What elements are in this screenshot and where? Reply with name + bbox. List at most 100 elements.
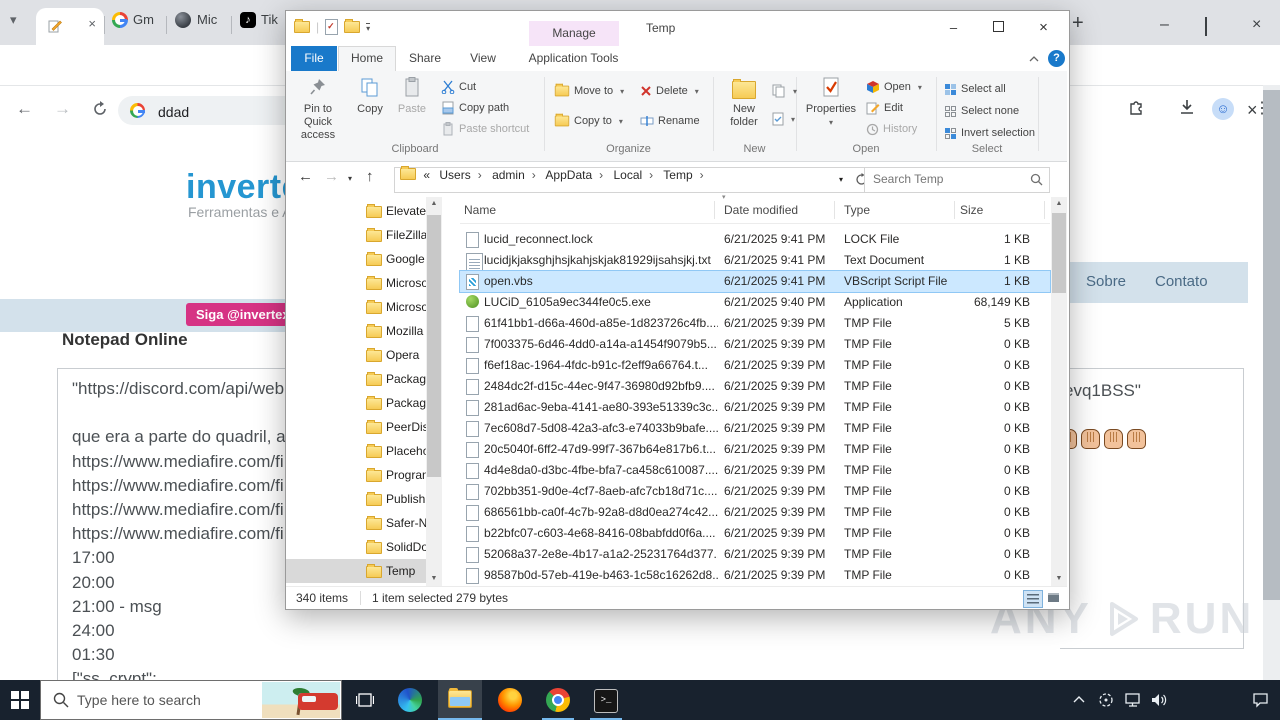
file-row[interactable]: 61f41bb1-d66a-460d-a85e-1d823726c4fb....… xyxy=(460,313,1050,334)
tree-scrollbar-thumb[interactable] xyxy=(427,215,441,477)
file-row[interactable]: 7f003375-6d46-4dd0-a14a-a1454f9079b5....… xyxy=(460,334,1050,355)
nav-forward-icon[interactable]: → xyxy=(324,168,339,185)
tree-item-microso[interactable]: Microso xyxy=(286,295,428,319)
file-row[interactable]: 2484dc2f-d15c-44ec-9f47-36980d92bfb9....… xyxy=(460,376,1050,397)
folder-icon[interactable] xyxy=(294,19,310,33)
tree-item-soliddo[interactable]: SolidDo xyxy=(286,535,428,559)
reload-icon[interactable] xyxy=(92,101,108,117)
list-scrollbar-thumb[interactable] xyxy=(1052,213,1066,293)
help-icon[interactable]: ? xyxy=(1048,50,1065,67)
column-date-modified[interactable]: Date modified xyxy=(724,203,798,217)
page-scrollbar[interactable] xyxy=(1263,85,1280,680)
tab-close-icon[interactable]: × xyxy=(88,17,96,31)
tab-search-chevron-icon[interactable]: ▾ xyxy=(10,12,17,28)
file-row[interactable]: LUCiD_6105a9ec344fe0c5.exe 6/21/2025 9:40… xyxy=(460,292,1050,313)
customize-qat-icon[interactable]: ▾ xyxy=(366,22,371,32)
search-input[interactable] xyxy=(871,171,1025,187)
file-row[interactable]: 20c5040f-6ff2-47d9-99f7-367b64e817b6.t..… xyxy=(460,439,1050,460)
minimize-button[interactable]: – xyxy=(931,15,976,41)
page-close-icon[interactable]: × xyxy=(1247,100,1258,121)
paste-shortcut-button[interactable]: Paste shortcut xyxy=(441,119,529,139)
taskbar-search[interactable]: Type here to search xyxy=(40,680,342,720)
nav-link-contact[interactable]: Contato xyxy=(1155,273,1208,290)
browser-tab-tiktok[interactable]: Tik xyxy=(261,12,278,27)
copy-path-button[interactable]: Copy path xyxy=(441,98,509,118)
tab-application-tools[interactable]: Application Tools xyxy=(514,46,633,71)
file-row[interactable]: open.vbs 6/21/2025 9:41 PM VBScript Script… xyxy=(459,270,1051,293)
tree-item-safer-n[interactable]: Safer-N xyxy=(286,511,427,535)
tree-item-mozilla[interactable]: Mozilla xyxy=(286,319,426,343)
tree-item-peerdis[interactable]: PeerDis xyxy=(286,415,428,439)
file-row[interactable]: 702bb351-9d0e-4cf7-8aeb-afc7cb18d71c....… xyxy=(460,481,1050,502)
file-row[interactable]: 4d4e8da0-d3bc-4fbe-bfa7-ca458c610087....… xyxy=(460,460,1050,481)
select-none-button[interactable]: Select none xyxy=(944,101,1019,121)
edit-button[interactable]: Edit xyxy=(866,98,903,118)
new-item-button[interactable] xyxy=(772,81,797,101)
tree-item-packag[interactable]: Packag xyxy=(286,391,426,415)
action-center-icon[interactable] xyxy=(1252,692,1269,708)
file-row[interactable]: lucidjkjaksghjhsjkahjskjak81929ijsahsjkj… xyxy=(460,250,1050,275)
tab-share[interactable]: Share xyxy=(396,46,454,71)
crumb-admin[interactable]: admin xyxy=(492,168,525,182)
collapse-ribbon-icon[interactable] xyxy=(1028,55,1040,63)
browser-close-button[interactable]: × xyxy=(1252,16,1261,34)
crumb-temp[interactable]: Temp xyxy=(663,168,692,182)
tree-item-opera[interactable]: Opera xyxy=(286,343,426,367)
easy-access-button[interactable] xyxy=(772,109,795,129)
crumb-appdata[interactable]: AppData xyxy=(545,168,592,182)
folder-icon[interactable] xyxy=(344,19,361,33)
delete-button[interactable]: Delete xyxy=(640,81,699,101)
nav-up-icon[interactable]: ↑ xyxy=(366,168,374,185)
browser-minimize-button[interactable]: – xyxy=(1160,16,1169,34)
file-row[interactable]: 281ad6ac-9eba-4141-ae80-393e51339c3c....… xyxy=(460,397,1050,418)
file-row[interactable]: lucid_reconnect.lock 6/21/2025 9:41 PM LOC… xyxy=(460,229,1050,250)
paste-button[interactable]: Paste xyxy=(392,75,432,116)
copy-button[interactable]: Copy xyxy=(350,75,390,116)
tree-item-microso[interactable]: Microso xyxy=(286,271,428,295)
tab-home[interactable]: Home xyxy=(338,46,396,72)
tree-item-temp[interactable]: Temp xyxy=(286,559,426,583)
column-name[interactable]: Name xyxy=(464,203,496,217)
forward-icon[interactable]: → xyxy=(54,99,71,119)
task-view-button[interactable] xyxy=(348,680,382,720)
scroll-down-icon[interactable]: ▼ xyxy=(1051,572,1067,586)
network-icon[interactable] xyxy=(1124,692,1142,708)
scroll-down-icon[interactable]: ▼ xyxy=(426,572,442,586)
new-folder-button[interactable]: New folder xyxy=(720,75,768,129)
tree-item-packag[interactable]: Packag xyxy=(286,367,426,391)
start-button[interactable] xyxy=(0,680,40,720)
extensions-icon[interactable] xyxy=(1128,98,1146,116)
details-view-button[interactable] xyxy=(1023,590,1043,608)
taskbar-terminal-button[interactable]: >_ xyxy=(586,680,626,720)
browser-tab-mic[interactable]: Mic xyxy=(197,12,217,27)
tray-chevron-icon[interactable] xyxy=(1072,695,1086,704)
pin-to-quick-access-button[interactable]: Pin to Quick access xyxy=(290,75,346,142)
breadcrumb[interactable]: « Users admin AppData Local Temp xyxy=(394,166,834,193)
taskbar-chrome-button[interactable] xyxy=(538,680,578,720)
copy-to-button[interactable]: Copy to xyxy=(554,111,623,131)
cut-button[interactable]: Cut xyxy=(441,77,476,97)
scroll-up-icon[interactable]: ▲ xyxy=(1051,197,1067,211)
nav-back-icon[interactable]: ← xyxy=(298,168,313,185)
browser-tab-active[interactable]: × xyxy=(36,8,104,45)
list-scrollbar[interactable]: ▲ ▼ xyxy=(1051,197,1067,586)
new-tab-button[interactable]: + xyxy=(1072,12,1084,35)
search-box[interactable] xyxy=(864,167,1050,193)
profile-avatar[interactable]: ☺ xyxy=(1212,98,1234,120)
back-icon[interactable]: ← xyxy=(16,99,33,119)
volume-icon[interactable] xyxy=(1150,692,1168,708)
tab-view[interactable]: View xyxy=(456,46,510,71)
column-type[interactable]: Type xyxy=(844,203,870,217)
tab-file[interactable]: File xyxy=(291,46,337,71)
close-button[interactable]: × xyxy=(1021,15,1066,41)
select-all-button[interactable]: Select all xyxy=(944,79,1006,99)
contextual-tab-manage[interactable]: Manage xyxy=(529,21,619,46)
tree-item-elevate[interactable]: Elevate xyxy=(286,199,426,223)
search-highlight-art[interactable] xyxy=(262,682,340,718)
address-dropdown-icon[interactable]: ▾ xyxy=(832,167,851,193)
properties-button[interactable]: Properties xyxy=(804,75,858,129)
nav-link-about[interactable]: Sobre xyxy=(1086,273,1126,290)
file-row[interactable]: f6ef18ac-1964-4fdc-b91c-f2eff9a66764.t..… xyxy=(460,355,1050,376)
recent-locations-icon[interactable]: ▾ xyxy=(348,174,352,183)
page-scrollbar-thumb[interactable] xyxy=(1263,90,1280,600)
